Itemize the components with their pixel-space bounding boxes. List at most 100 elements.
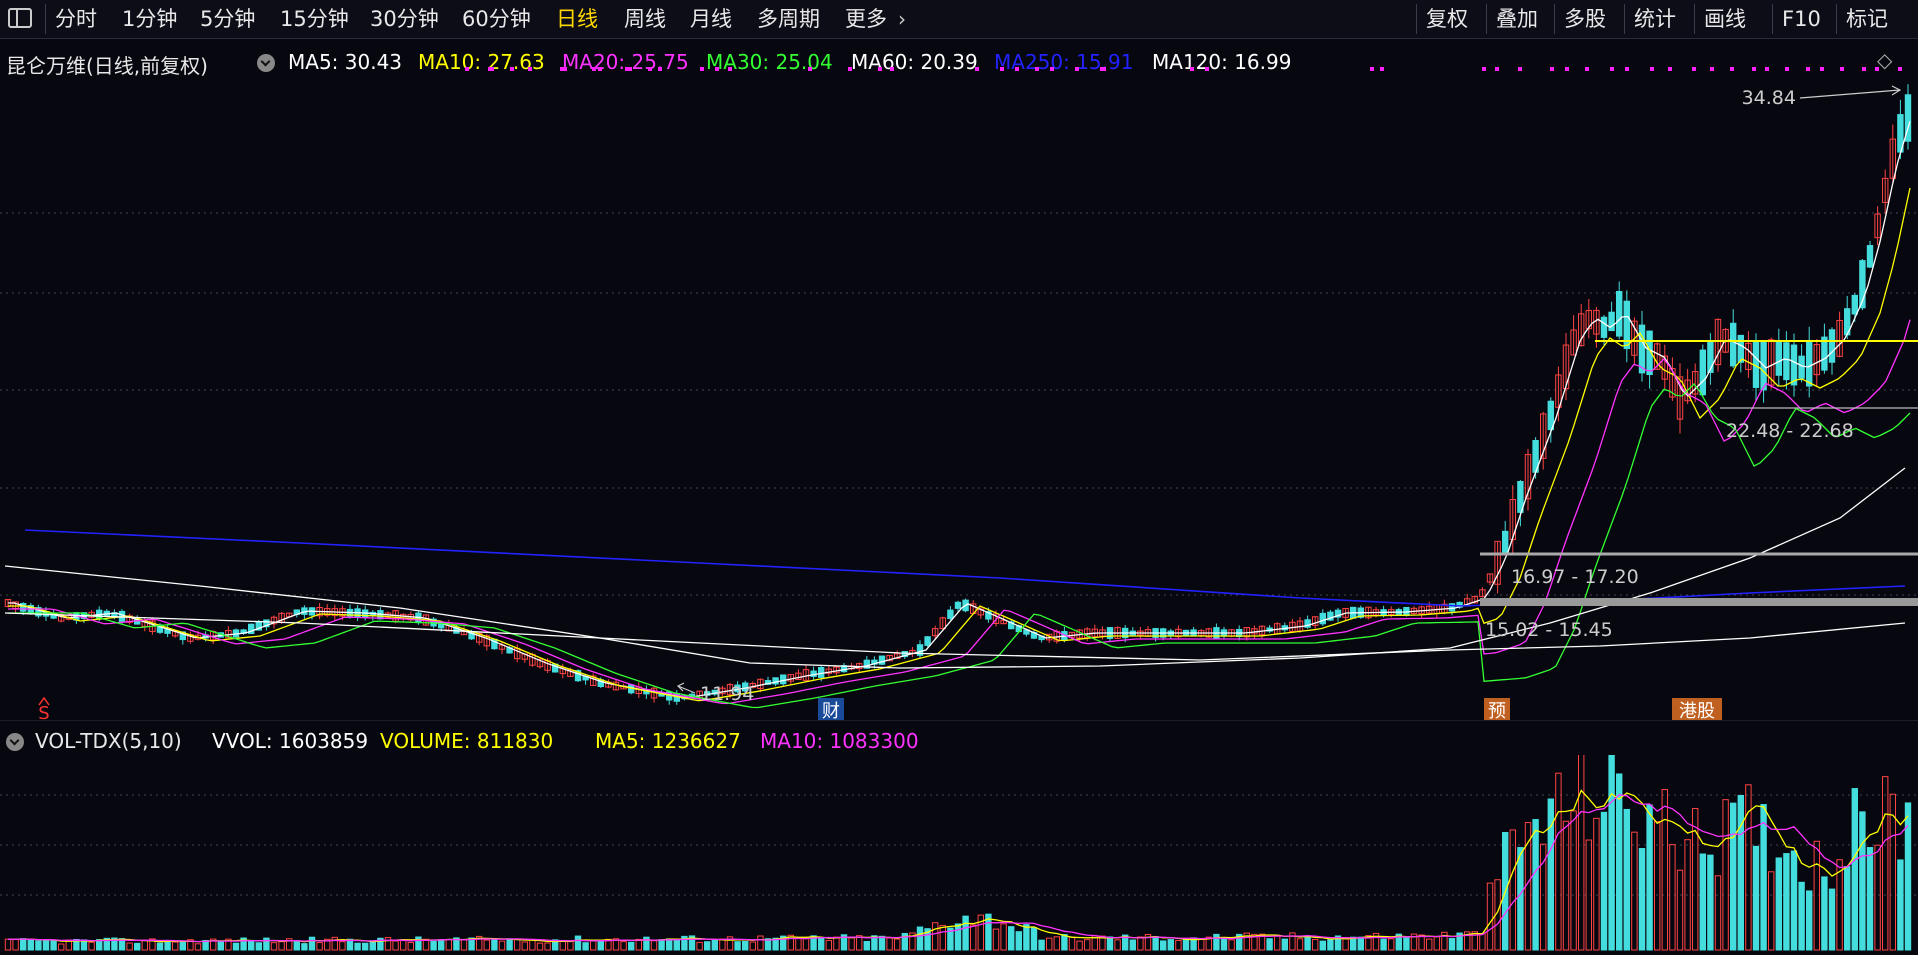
level-band [1480, 598, 1918, 606]
period-tab-4[interactable]: 30分钟 [370, 0, 439, 38]
signal-dot-46 [1765, 67, 1769, 71]
volume-bar-174 [1327, 939, 1334, 951]
period-tab-0[interactable]: 分时 [55, 0, 97, 38]
volume-bar-149 [1137, 936, 1144, 951]
period-tab-3[interactable]: 15分钟 [280, 0, 349, 38]
volume-bar-141 [1076, 940, 1083, 951]
vol-legend-0: VVOL: 1603859 [212, 729, 369, 753]
volume-bar-91 [696, 941, 703, 951]
volume-bar-81 [620, 941, 627, 951]
volume-bar-199 [1517, 847, 1524, 951]
signal-dot-19 [890, 67, 894, 71]
volume-bar-47 [362, 942, 369, 951]
volume-bar-219 [1669, 844, 1676, 951]
signal-dot-11 [648, 67, 652, 71]
event-marker-cai: 财 [822, 701, 840, 721]
volume-bar-69 [529, 939, 536, 951]
chevron-right-icon[interactable]: › [898, 0, 906, 38]
toolbar-btn-3[interactable]: 统计 [1634, 0, 1676, 38]
toolbar-btn-5[interactable]: F10 [1782, 0, 1821, 38]
signal-dot-53 [1898, 67, 1902, 71]
signal-dot-34 [1518, 67, 1522, 71]
volume-bar-87 [666, 938, 673, 951]
volume-bar-232 [1768, 871, 1775, 951]
signal-dot-38 [1610, 67, 1614, 71]
volume-bar-88 [673, 938, 680, 951]
volume-bar-109 [833, 936, 840, 951]
volume-bar-113 [863, 940, 870, 951]
period-tab-6[interactable]: 日线 [556, 0, 598, 38]
candle-body-233 [1775, 341, 1782, 376]
volume-bar-30 [232, 942, 240, 951]
period-toolbar: 分时 1分钟 5分钟 15分钟 30分钟 60分钟 日线 周线 月线 多周期 更多 › 复权 叠加 多股… [0, 0, 1918, 39]
period-tab-9[interactable]: 多周期 [757, 0, 820, 38]
signal-dot-33 [1495, 67, 1499, 71]
volume-bar-166 [1266, 938, 1273, 951]
signal-dot-42 [1692, 67, 1696, 71]
volume-bar-71 [544, 942, 551, 951]
volume-bar-145 [1106, 936, 1114, 951]
signal-dot-3 [510, 67, 514, 71]
signal-dot-12 [658, 67, 662, 71]
ma30-line [8, 383, 1911, 709]
signal-dot-39 [1625, 67, 1629, 71]
toolbar-btn-1[interactable]: 叠加 [1496, 0, 1538, 38]
period-tab-7[interactable]: 周线 [624, 0, 666, 38]
volume-bar-116 [886, 937, 893, 951]
volume-bar-96 [734, 941, 741, 951]
toolbar-btn-4[interactable]: 画线 [1704, 0, 1746, 38]
volume-bar-201 [1532, 819, 1539, 951]
period-tab-5[interactable]: 60分钟 [462, 0, 531, 38]
volume-bar-17 [134, 942, 141, 951]
period-tab-2[interactable]: 5分钟 [200, 0, 255, 38]
toolbar-btn-6[interactable]: 标记 [1846, 0, 1888, 38]
volume-bar-6 [50, 940, 57, 951]
volume-bar-182 [1388, 938, 1395, 951]
layout-icon[interactable] [8, 8, 32, 28]
chevron-down-icon[interactable] [6, 733, 24, 751]
volume-bar-83 [635, 938, 642, 951]
signal-dot-13 [700, 67, 704, 71]
signal-dot-23 [1035, 67, 1039, 71]
vol-ma5-line [7, 789, 1909, 943]
volume-bar-238 [1813, 840, 1820, 951]
volume-bar-181 [1380, 938, 1387, 951]
volume-bar-25 [194, 943, 202, 951]
volume-bar-245 [1866, 847, 1874, 951]
volume-bar-11 [88, 941, 95, 951]
volume-bar-237 [1806, 890, 1813, 951]
volume-bar-2 [20, 938, 27, 951]
candle-body-212 [1616, 291, 1623, 337]
volume-bar-76 [582, 942, 589, 951]
volume-bar-153 [1167, 939, 1174, 951]
volume-bar-7 [58, 943, 65, 951]
volume-bar-171 [1304, 935, 1311, 951]
volume-bar-146 [1114, 939, 1121, 951]
volume-bar-214 [1631, 831, 1638, 951]
volume-bar-213 [1623, 808, 1630, 951]
volume-bar-230 [1752, 845, 1760, 951]
volume-bar-78 [597, 939, 604, 951]
toolbar-btn-2[interactable]: 多股 [1564, 0, 1606, 38]
volume-bar-222 [1692, 808, 1699, 951]
volume-bar-63 [483, 939, 491, 951]
period-tab-1[interactable]: 1分钟 [122, 0, 177, 38]
volume-bar-99 [757, 935, 764, 951]
candle-body-124 [947, 609, 954, 619]
volume-bar-187 [1426, 938, 1433, 951]
volume-bar-38 [293, 941, 301, 951]
volume-bar-223 [1699, 853, 1706, 951]
volume-bar-5 [42, 939, 50, 951]
volume-bar-21 [164, 940, 171, 951]
toolbar-btn-0[interactable]: 复权 [1426, 0, 1468, 38]
volume-bar-105 [802, 938, 810, 951]
signal-dot-44 [1730, 67, 1734, 71]
signal-dot-20 [975, 67, 979, 71]
volume-bar-111 [848, 937, 855, 951]
volume-bar-173 [1319, 940, 1326, 951]
period-tab-8[interactable]: 月线 [690, 0, 732, 38]
period-tab-10[interactable]: 更多 [845, 0, 887, 38]
signal-dot-18 [878, 67, 882, 71]
volume-bar-234 [1783, 853, 1790, 951]
volume-bar-157 [1198, 938, 1205, 951]
